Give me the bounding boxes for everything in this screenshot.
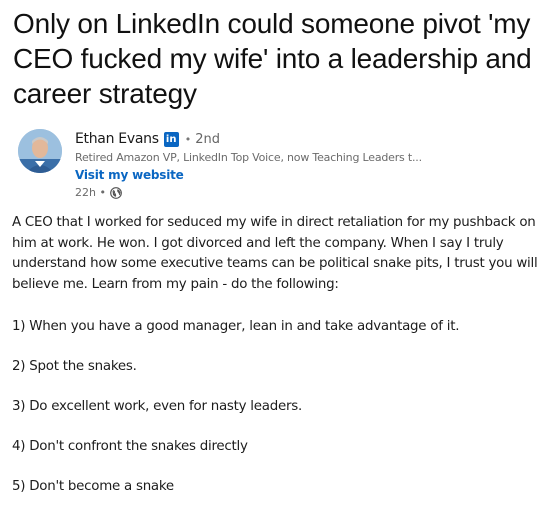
- separator-dot: •: [184, 132, 192, 146]
- linkedin-logo-icon: in: [163, 131, 179, 147]
- author-headline: Retired Amazon VP, LinkedIn Top Voice, n…: [75, 151, 422, 164]
- post-timestamp: 22h •: [75, 186, 106, 199]
- author-info: Ethan Evans in • 2nd Retired Amazon VP, …: [75, 129, 535, 199]
- post-timestamp-row: 22h •: [75, 186, 535, 199]
- visit-website-link[interactable]: Visit my website: [75, 168, 535, 182]
- post-paragraph: A CEO that I worked for seduced my wife …: [12, 215, 538, 292]
- list-item: 1) When you have a good manager, lean in…: [12, 319, 460, 334]
- post-header: Ethan Evans in • 2nd Retired Amazon VP, …: [18, 129, 538, 204]
- globe-icon: [110, 186, 122, 199]
- author-name[interactable]: Ethan Evans: [75, 131, 159, 147]
- list-item: 5) Don't become a snake: [12, 479, 174, 494]
- author-avatar[interactable]: [18, 129, 62, 173]
- list-item: 3) Do excellent work, even for nasty lea…: [12, 399, 302, 414]
- meme-headline: Only on LinkedIn could someone pivot 'my…: [13, 8, 532, 109]
- list-item: 4) Don't confront the snakes directly: [12, 439, 248, 454]
- author-name-row: Ethan Evans in • 2nd: [75, 129, 535, 149]
- post-body: A CEO that I worked for seduced my wife …: [12, 213, 542, 494]
- list-item: 2) Spot the snakes.: [12, 359, 137, 374]
- connection-degree: 2nd: [195, 131, 220, 147]
